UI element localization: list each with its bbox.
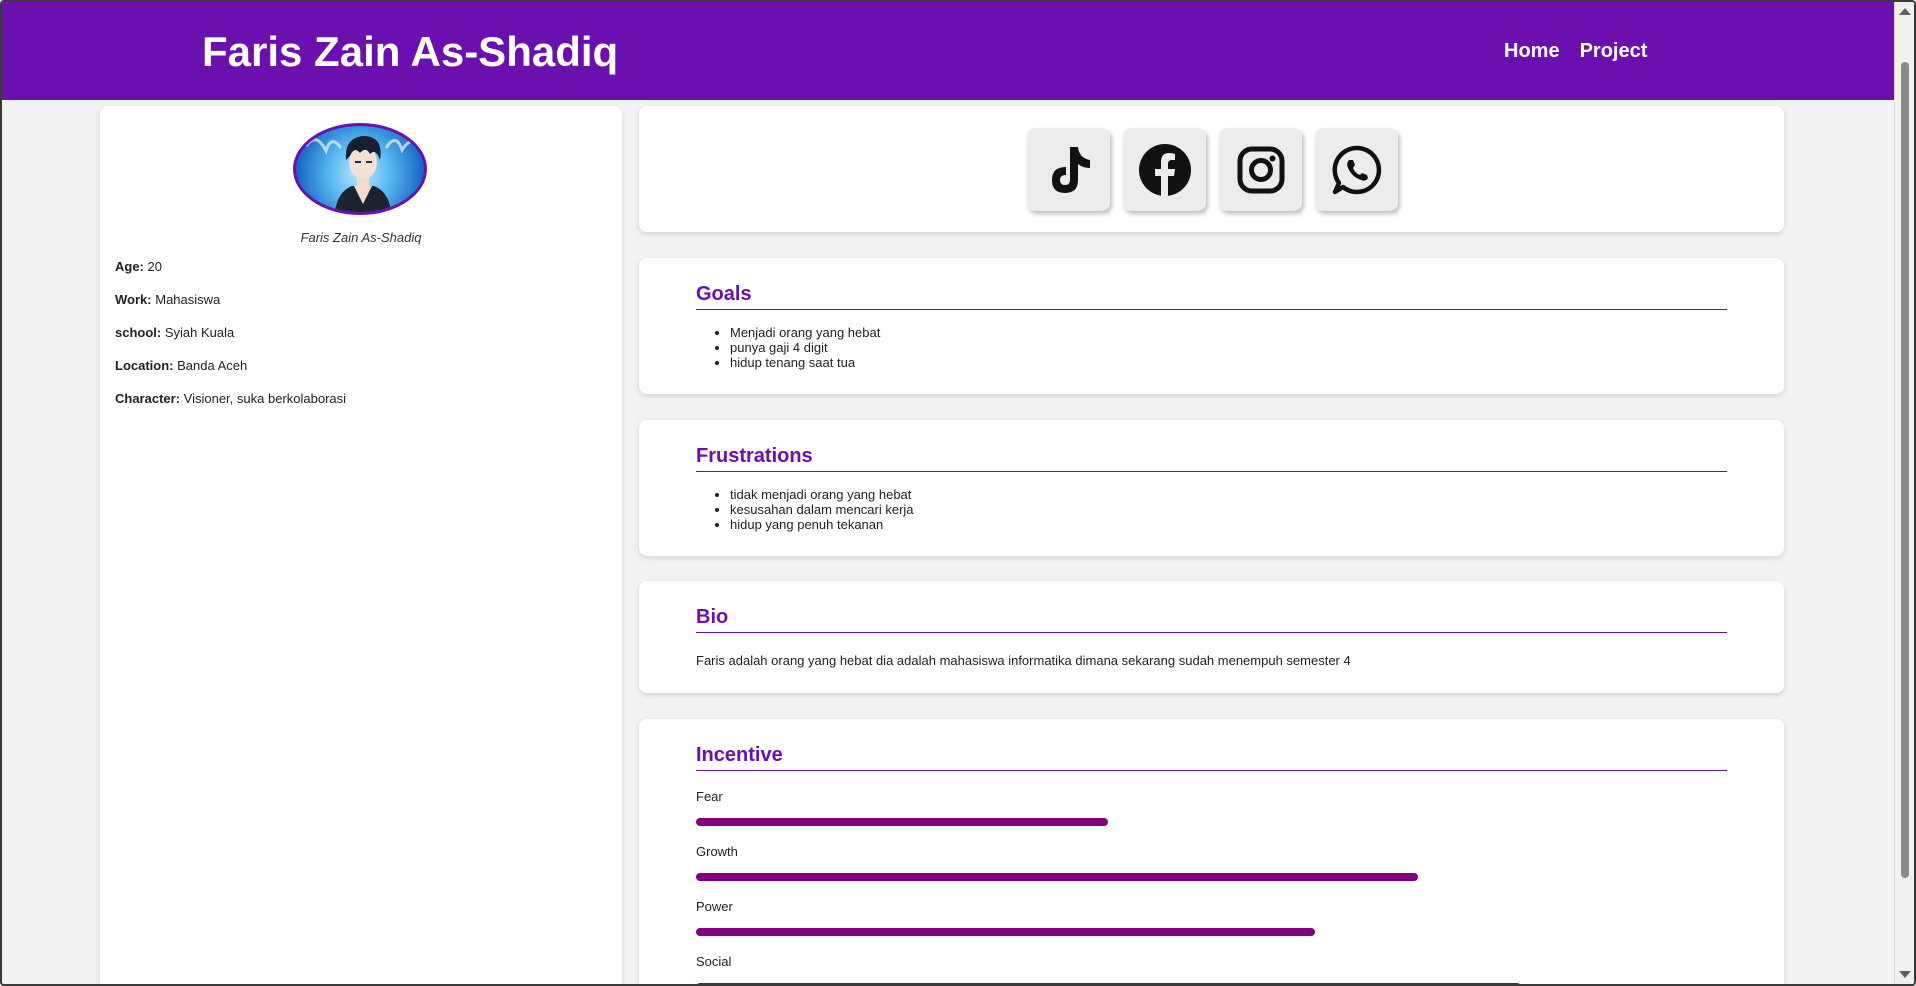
list-item: tidak menjadi orang yang hebat: [730, 487, 1727, 502]
bar-fear: [696, 818, 1109, 826]
tiktok-icon: [1051, 146, 1090, 193]
list-item: kesusahan dalam mencari kerja: [730, 502, 1727, 517]
whatsapp-icon: [1332, 145, 1381, 194]
bar-power: [696, 928, 1315, 936]
tiktok-button[interactable]: [1027, 128, 1110, 211]
bar-label-growth: Growth: [696, 844, 738, 859]
bar-track: [696, 928, 1727, 936]
bio-card: Bio Faris adalah orang yang hebat dia ad…: [639, 581, 1784, 693]
instagram-icon: [1237, 146, 1284, 193]
scroll-down-arrow-icon[interactable]: [1899, 971, 1911, 978]
info-school: school: Syiah Kuala: [115, 325, 346, 358]
avatar: [293, 123, 427, 215]
avatar-caption: Faris Zain As-Shadiq: [300, 230, 422, 245]
info-value: Syiah Kuala: [164, 325, 235, 340]
frustrations-list: tidak menjadi orang yang hebat kesusahan…: [696, 487, 1727, 532]
list-item: hidup tenang saat tua: [730, 355, 1727, 370]
goals-title: Goals: [696, 283, 1727, 310]
info-value: Banda Aceh: [177, 358, 248, 373]
whatsapp-button[interactable]: [1315, 128, 1398, 211]
bar-track: [696, 818, 1727, 826]
info-label: Age:: [115, 259, 144, 274]
main-nav: Home Project: [1504, 40, 1647, 63]
facebook-icon: [1138, 143, 1191, 196]
info-value: Visioner, suka berkolaborasi: [183, 391, 347, 406]
browser-frame: Faris Zain As-Shadiq Home Project Faris …: [0, 0, 1916, 986]
profile-card: Faris Zain As-Shadiq Age: 20 Work: Mahas…: [100, 106, 622, 984]
social-links: [1027, 128, 1398, 211]
frustrations-title: Frustrations: [696, 445, 1727, 472]
bar-track: [696, 873, 1727, 881]
info-label: school:: [115, 325, 162, 340]
goals-card: Goals Menjadi orang yang hebat punya gaj…: [639, 258, 1784, 394]
info-label: Character:: [115, 391, 181, 406]
bar-growth: [696, 873, 1418, 881]
scroll-up-arrow-icon[interactable]: [1899, 8, 1911, 15]
site-title: Faris Zain As-Shadiq: [202, 28, 619, 75]
list-item: Menjadi orang yang hebat: [730, 325, 1727, 340]
info-character: Character: Visioner, suka berkolaborasi: [115, 391, 346, 424]
list-item: hidup yang penuh tekanan: [730, 517, 1727, 532]
info-work: Work: Mahasiswa: [115, 292, 346, 325]
info-value: Mahasiswa: [155, 292, 221, 307]
site-header: Faris Zain As-Shadiq Home Project: [2, 2, 1896, 100]
info-location: Location: Banda Aceh: [115, 358, 346, 391]
profile-info: Age: 20 Work: Mahasiswa school: Syiah Ku…: [115, 259, 346, 424]
nav-project-link[interactable]: Project: [1580, 40, 1648, 63]
bar-label-fear: Fear: [696, 789, 723, 804]
info-value: 20: [147, 259, 162, 274]
instagram-button[interactable]: [1219, 128, 1302, 211]
bio-text: Faris adalah orang yang hebat dia adalah…: [696, 653, 1351, 668]
scroll-thumb[interactable]: [1901, 62, 1909, 878]
goals-list: Menjadi orang yang hebat punya gaji 4 di…: [696, 325, 1727, 370]
page-scrollbar[interactable]: [1894, 2, 1914, 984]
info-label: Location:: [115, 358, 174, 373]
incentive-card: Incentive Fear Growth Power Social: [639, 719, 1784, 984]
bio-title: Bio: [696, 606, 1727, 633]
facebook-button[interactable]: [1123, 128, 1206, 211]
nav-home-link[interactable]: Home: [1504, 40, 1560, 63]
bar-label-power: Power: [696, 899, 733, 914]
incentive-title: Incentive: [696, 744, 1727, 771]
social-card: [639, 106, 1784, 232]
frustrations-card: Frustrations tidak menjadi orang yang he…: [639, 420, 1784, 556]
info-label: Work:: [115, 292, 152, 307]
info-age: Age: 20: [115, 259, 346, 292]
bar-label-social: Social: [696, 954, 732, 969]
list-item: punya gaji 4 digit: [730, 340, 1727, 355]
